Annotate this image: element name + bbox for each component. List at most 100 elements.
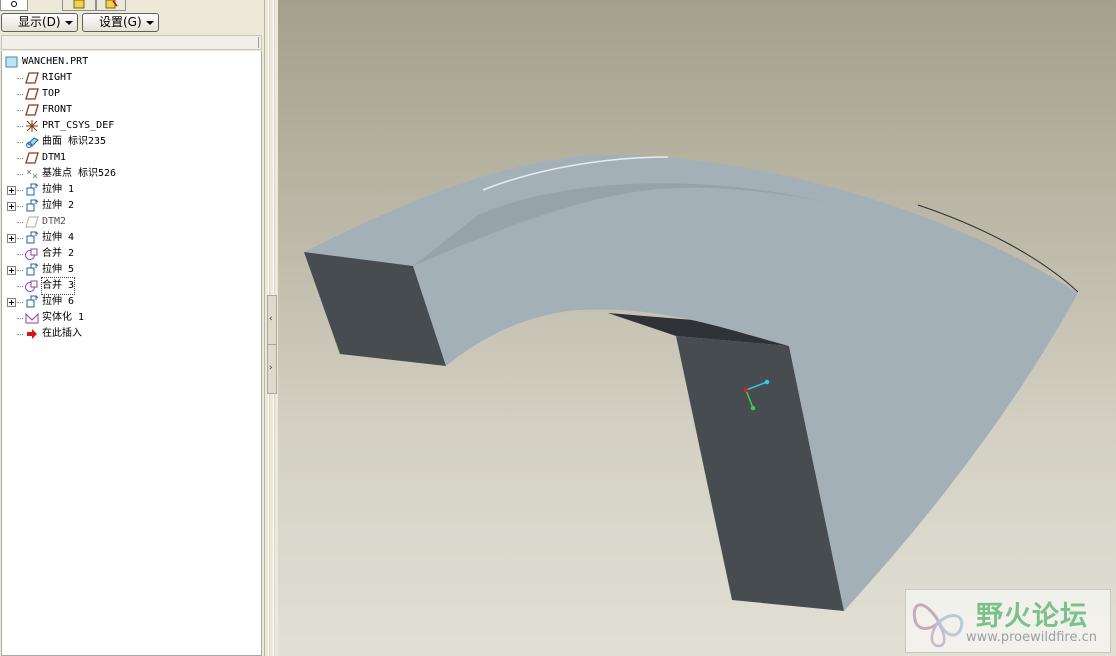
tree-root-label: WANCHEN.PRT: [22, 56, 89, 67]
tree-item[interactable]: 拉伸 1: [2, 182, 261, 198]
solidify-icon: [25, 312, 39, 324]
tab-favorites[interactable]: [96, 0, 126, 11]
tree-item-label: 曲面 标识235: [42, 136, 107, 147]
tree-connector: [17, 174, 23, 175]
expand-toggle[interactable]: [7, 186, 16, 195]
favorites-icon: [105, 0, 118, 9]
extrude-icon: [26, 263, 39, 276]
collapse-panel-button[interactable]: ‹: [267, 295, 277, 345]
settings-dropdown-label: 设置(G): [99, 15, 142, 29]
tree-connector: [17, 190, 23, 191]
coordinate-system-icon: [26, 120, 38, 132]
tree-item-label: 拉伸 1: [42, 184, 75, 195]
tree-item[interactable]: PRT_CSYS_DEF: [2, 118, 261, 134]
datum-plane-icon: [25, 72, 39, 84]
tree-item-selected[interactable]: 合并 3: [2, 277, 261, 295]
show-dropdown-label: 显示(D): [18, 15, 61, 29]
tree-toolbar: 显示(D) 设置(G): [0, 13, 264, 33]
tree-item-label: FRONT: [42, 104, 73, 115]
tree-item-label: 在此插入: [42, 328, 82, 339]
tree-item[interactable]: 合并 2: [2, 246, 261, 262]
watermark-url: www.proewildfire.cn: [966, 630, 1097, 645]
datum-plane-icon: [25, 88, 39, 100]
tree-item-label: 拉伸 5: [42, 264, 75, 275]
expand-toggle[interactable]: [7, 202, 16, 211]
tree-item-label: 实体化 1: [42, 312, 85, 323]
tree-item-label: 拉伸 6: [42, 296, 75, 307]
tree-connector: [17, 158, 23, 159]
tree-connector: [17, 286, 23, 287]
show-dropdown-button[interactable]: 显示(D): [1, 13, 78, 32]
tree-root[interactable]: WANCHEN.PRT: [2, 54, 261, 70]
datum-plane-hidden-icon: [25, 216, 39, 228]
tab-model-tree[interactable]: [0, 0, 28, 11]
tree-item-label: RIGHT: [42, 72, 73, 83]
tree-item-label: DTM1: [42, 152, 67, 163]
tree-tab-icon: [11, 1, 17, 7]
tree-column-header[interactable]: [1, 35, 262, 50]
watermark-title: 野火论坛: [976, 601, 1088, 632]
expand-toggle[interactable]: [7, 234, 16, 243]
expand-toggle[interactable]: [7, 298, 16, 307]
graphics-window[interactable]: [278, 0, 1116, 656]
tree-connector: [17, 206, 23, 207]
chevron-down-icon: [146, 21, 154, 25]
tree-connector: [17, 270, 23, 271]
tree-item[interactable]: 拉伸 5: [2, 262, 261, 278]
tree-item[interactable]: FRONT: [2, 102, 261, 118]
panel-splitter[interactable]: ‹ ›: [264, 0, 278, 656]
tree-item[interactable]: 拉伸 4: [2, 230, 261, 246]
tree-connector: [17, 110, 23, 111]
extrude-icon: [26, 183, 39, 196]
tree-item-label: DTM2: [42, 216, 67, 227]
extrude-icon: [26, 199, 39, 212]
expand-toggle[interactable]: [7, 266, 16, 275]
navigator-tabs: [0, 0, 264, 12]
tree-connector: [17, 254, 23, 255]
tree-item[interactable]: DTM1: [2, 150, 261, 166]
tree-item[interactable]: TOP: [2, 86, 261, 102]
surface-icon: [26, 137, 39, 148]
tree-connector: [17, 318, 23, 319]
tree-item-label: 拉伸 2: [42, 200, 75, 211]
tree-connector: [17, 238, 23, 239]
column-separator[interactable]: [258, 37, 259, 48]
tab-folder-browser[interactable]: [62, 0, 96, 11]
tree-item[interactable]: 在此插入: [2, 326, 261, 342]
tree-connector: [17, 94, 23, 95]
merge-icon: [25, 248, 38, 260]
folder-icon: [73, 0, 85, 9]
extrude-icon: [26, 295, 39, 308]
tree-connector: [17, 126, 23, 127]
tree-item[interactable]: RIGHT: [2, 70, 261, 86]
tree-item[interactable]: 拉伸 2: [2, 198, 261, 214]
tree-item-label: TOP: [42, 88, 61, 99]
settings-dropdown-button[interactable]: 设置(G): [82, 13, 159, 32]
tree-item-label: PRT_CSYS_DEF: [42, 120, 115, 131]
model-tree: WANCHEN.PRT RIGHT TOP FRONT PRT_CSYS_DEF…: [1, 51, 262, 656]
datum-plane-icon: [25, 152, 39, 164]
tree-item-label: 合并 3: [40, 277, 76, 295]
3d-model-view[interactable]: [278, 0, 1116, 656]
model-tree-panel: 显示(D) 设置(G) WANCHEN.PRT RIGHT TOP FRONT: [0, 0, 264, 656]
tree-item[interactable]: 实体化 1: [2, 310, 261, 326]
tree-connector: [17, 334, 23, 335]
chevron-left-icon: ‹: [269, 314, 273, 324]
merge-icon: [25, 280, 38, 292]
tree-connector: [17, 222, 23, 223]
datum-plane-icon: [25, 104, 39, 116]
tree-item[interactable]: 基准点 标识526: [2, 166, 261, 182]
extrude-icon: [26, 231, 39, 244]
butterfly-logo-icon: [912, 603, 964, 648]
insert-here-arrow-icon: [27, 329, 37, 339]
expand-panel-button[interactable]: ›: [267, 344, 277, 394]
tree-item[interactable]: 曲面 标识235: [2, 134, 261, 150]
tree-item[interactable]: 拉伸 6: [2, 294, 261, 310]
tree-item[interactable]: DTM2: [2, 214, 261, 230]
chevron-down-icon: [65, 21, 73, 25]
datum-point-icon: [26, 169, 38, 179]
tree-item-label: 基准点 标识526: [42, 168, 117, 179]
part-icon: [5, 56, 18, 68]
tree-connector: [17, 302, 23, 303]
tree-connector: [17, 78, 23, 79]
